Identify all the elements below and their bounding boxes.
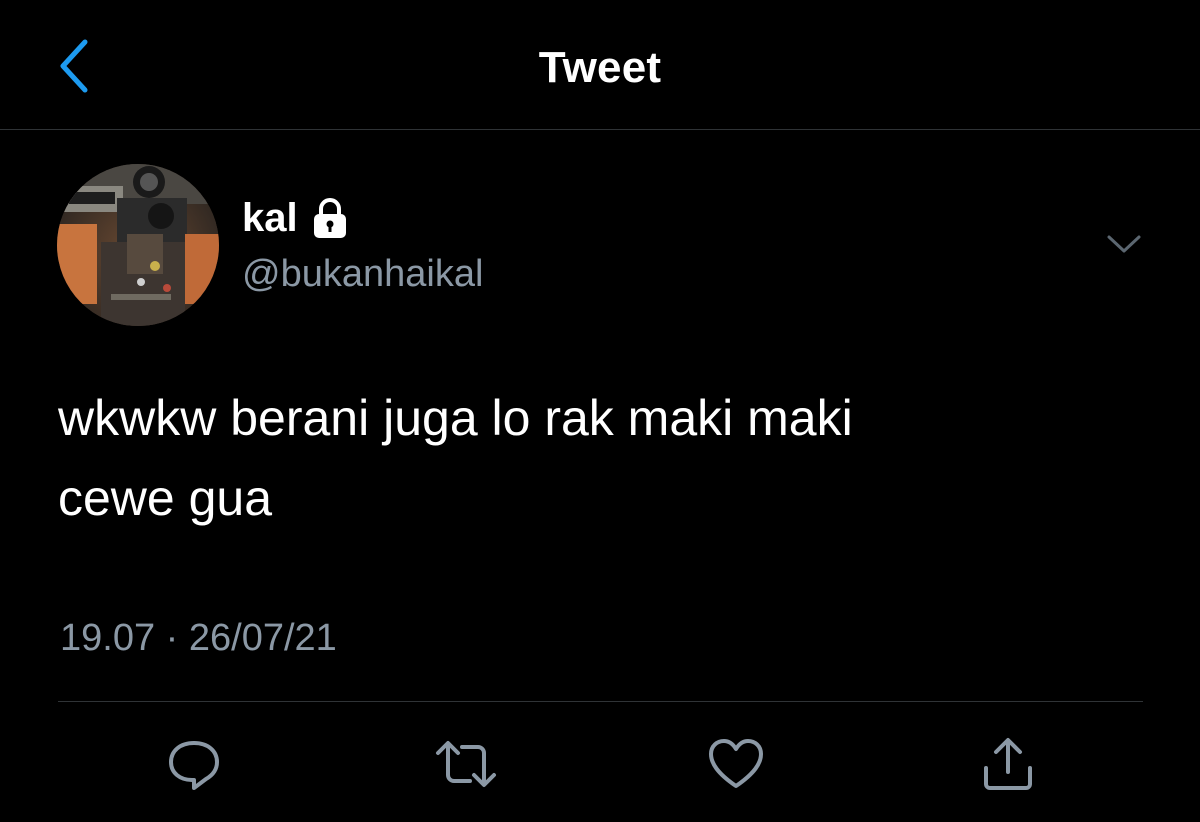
tweet-detail-screen: Tweet kal @bukanhaikal wkwkw berani juga… bbox=[0, 0, 1200, 822]
avatar-image bbox=[57, 164, 219, 326]
chevron-down-icon bbox=[1107, 235, 1141, 253]
retweet-button[interactable] bbox=[434, 734, 498, 794]
tweet-text: wkwkw berani juga lo rak maki maki cewe … bbox=[58, 390, 853, 526]
share-button[interactable] bbox=[976, 734, 1040, 794]
share-icon bbox=[984, 738, 1032, 790]
author-name-row[interactable]: kal bbox=[242, 192, 350, 244]
retweet-icon bbox=[436, 741, 496, 787]
heart-icon bbox=[709, 739, 763, 788]
page-title: Tweet bbox=[538, 43, 662, 92]
divider bbox=[58, 701, 1143, 702]
avatar[interactable] bbox=[57, 164, 219, 326]
reply-button[interactable] bbox=[162, 734, 226, 794]
author-display-name: kal bbox=[242, 196, 298, 240]
tweet-timestamp[interactable]: 19.07 · 26/07/21 bbox=[60, 610, 337, 666]
reply-icon bbox=[169, 741, 219, 790]
tweet-menu-button[interactable] bbox=[1100, 222, 1148, 266]
author-handle[interactable]: @bukanhaikal bbox=[242, 248, 483, 300]
lock-icon bbox=[310, 196, 350, 240]
like-button[interactable] bbox=[704, 734, 768, 794]
top-navigation-bar: Tweet bbox=[0, 0, 1200, 130]
